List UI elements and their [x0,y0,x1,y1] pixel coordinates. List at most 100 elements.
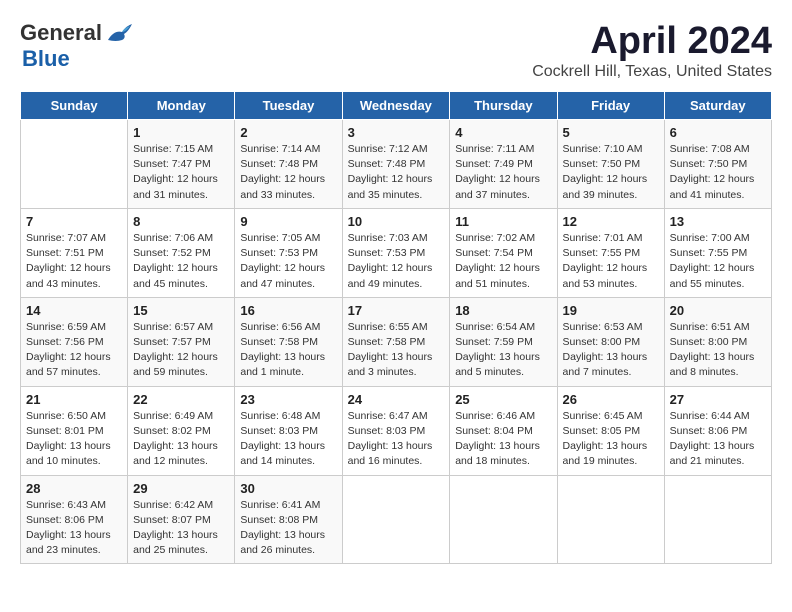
day-number: 4 [455,125,551,140]
calendar-cell: 23Sunrise: 6:48 AM Sunset: 8:03 PM Dayli… [235,386,342,475]
calendar-cell [21,120,128,209]
header-day: Friday [557,92,664,120]
calendar-cell: 2 Sunrise: 7:14 AM Sunset: 7:48 PM Daylig… [235,120,342,209]
day-number: 28 [26,481,122,496]
day-number: 15 [133,303,229,318]
day-info: Sunrise: 6:43 AM Sunset: 8:06 PM Dayligh… [26,498,122,559]
day-number: 19 [563,303,659,318]
day-number: 14 [26,303,122,318]
calendar-cell: 28 Sunrise: 6:43 AM Sunset: 8:06 PM Dayli… [21,475,128,564]
day-number: 17 [348,303,445,318]
header-day: Saturday [664,92,771,120]
calendar-cell: 27 Sunrise: 6:44 AM Sunset: 8:06 PM Dayli… [664,386,771,475]
day-info: Sunrise: 7:08 AM Sunset: 7:50 PM Dayligh… [670,142,766,203]
calendar-cell: 30Sunrise: 6:41 AM Sunset: 8:08 PM Dayli… [235,475,342,564]
logo-general-text: General [20,20,102,46]
day-info: Sunrise: 6:53 AM Sunset: 8:00 PM Dayligh… [563,320,659,381]
day-info: Sunrise: 6:49 AM Sunset: 8:02 PM Dayligh… [133,409,229,470]
header-day: Thursday [450,92,557,120]
day-number: 12 [563,214,659,229]
day-info: Sunrise: 7:01 AM Sunset: 7:55 PM Dayligh… [563,231,659,292]
logo: General Blue [20,20,132,72]
day-number: 27 [670,392,766,407]
calendar-cell: 19 Sunrise: 6:53 AM Sunset: 8:00 PM Dayli… [557,297,664,386]
day-number: 16 [240,303,336,318]
calendar-week-row: 7 Sunrise: 7:07 AM Sunset: 7:51 PM Daylig… [21,208,772,297]
title-area: April 2024 Cockrell Hill, Texas, United … [532,20,772,81]
day-number: 18 [455,303,551,318]
day-info: Sunrise: 6:50 AM Sunset: 8:01 PM Dayligh… [26,409,122,470]
day-info: Sunrise: 7:10 AM Sunset: 7:50 PM Dayligh… [563,142,659,203]
day-number: 7 [26,214,122,229]
day-info: Sunrise: 6:54 AM Sunset: 7:59 PM Dayligh… [455,320,551,381]
day-number: 6 [670,125,766,140]
month-title: April 2024 [532,20,772,63]
day-info: Sunrise: 7:11 AM Sunset: 7:49 PM Dayligh… [455,142,551,203]
day-number: 22 [133,392,229,407]
day-info: Sunrise: 6:41 AM Sunset: 8:08 PM Dayligh… [240,498,336,559]
day-info: Sunrise: 6:55 AM Sunset: 7:58 PM Dayligh… [348,320,445,381]
day-info: Sunrise: 6:57 AM Sunset: 7:57 PM Dayligh… [133,320,229,381]
header-day: Tuesday [235,92,342,120]
calendar-week-row: 28 Sunrise: 6:43 AM Sunset: 8:06 PM Dayli… [21,475,772,564]
calendar-cell: 8Sunrise: 7:06 AM Sunset: 7:52 PM Daylig… [128,208,235,297]
calendar-cell [450,475,557,564]
day-number: 29 [133,481,229,496]
calendar-cell: 26 Sunrise: 6:45 AM Sunset: 8:05 PM Dayli… [557,386,664,475]
day-number: 3 [348,125,445,140]
calendar-cell: 25 Sunrise: 6:46 AM Sunset: 8:04 PM Dayli… [450,386,557,475]
calendar-cell [664,475,771,564]
day-info: Sunrise: 7:05 AM Sunset: 7:53 PM Dayligh… [240,231,336,292]
location-text: Cockrell Hill, Texas, United States [532,63,772,81]
logo-bird-icon [104,22,132,44]
day-number: 23 [240,392,336,407]
header-day: Wednesday [342,92,450,120]
calendar-cell: 5Sunrise: 7:10 AM Sunset: 7:50 PM Daylig… [557,120,664,209]
day-number: 13 [670,214,766,229]
calendar-cell: 22 Sunrise: 6:49 AM Sunset: 8:02 PM Dayli… [128,386,235,475]
header-day: Monday [128,92,235,120]
calendar-cell: 13 Sunrise: 7:00 AM Sunset: 7:55 PM Dayli… [664,208,771,297]
day-number: 26 [563,392,659,407]
calendar-week-row: 14 Sunrise: 6:59 AM Sunset: 7:56 PM Dayli… [21,297,772,386]
day-info: Sunrise: 7:07 AM Sunset: 7:51 PM Dayligh… [26,231,122,292]
calendar-cell: 6 Sunrise: 7:08 AM Sunset: 7:50 PM Daylig… [664,120,771,209]
day-number: 25 [455,392,551,407]
calendar-cell [557,475,664,564]
day-info: Sunrise: 6:56 AM Sunset: 7:58 PM Dayligh… [240,320,336,381]
day-info: Sunrise: 7:15 AM Sunset: 7:47 PM Dayligh… [133,142,229,203]
day-info: Sunrise: 6:44 AM Sunset: 8:06 PM Dayligh… [670,409,766,470]
header: General Blue April 2024 Cockrell Hill, T… [20,20,772,81]
day-info: Sunrise: 7:00 AM Sunset: 7:55 PM Dayligh… [670,231,766,292]
calendar-table: SundayMondayTuesdayWednesdayThursdayFrid… [20,91,772,564]
day-info: Sunrise: 7:03 AM Sunset: 7:53 PM Dayligh… [348,231,445,292]
calendar-cell: 20 Sunrise: 6:51 AM Sunset: 8:00 PM Dayli… [664,297,771,386]
calendar-cell: 12 Sunrise: 7:01 AM Sunset: 7:55 PM Dayli… [557,208,664,297]
calendar-cell: 21 Sunrise: 6:50 AM Sunset: 8:01 PM Dayli… [21,386,128,475]
day-info: Sunrise: 6:46 AM Sunset: 8:04 PM Dayligh… [455,409,551,470]
day-number: 9 [240,214,336,229]
day-info: Sunrise: 6:59 AM Sunset: 7:56 PM Dayligh… [26,320,122,381]
day-info: Sunrise: 7:12 AM Sunset: 7:48 PM Dayligh… [348,142,445,203]
calendar-week-row: 1 Sunrise: 7:15 AM Sunset: 7:47 PM Daylig… [21,120,772,209]
calendar-cell: 24Sunrise: 6:47 AM Sunset: 8:03 PM Dayli… [342,386,450,475]
day-info: Sunrise: 6:45 AM Sunset: 8:05 PM Dayligh… [563,409,659,470]
day-info: Sunrise: 6:51 AM Sunset: 8:00 PM Dayligh… [670,320,766,381]
day-number: 20 [670,303,766,318]
calendar-cell: 29 Sunrise: 6:42 AM Sunset: 8:07 PM Dayli… [128,475,235,564]
day-info: Sunrise: 6:42 AM Sunset: 8:07 PM Dayligh… [133,498,229,559]
day-number: 1 [133,125,229,140]
calendar-cell: 17 Sunrise: 6:55 AM Sunset: 7:58 PM Dayli… [342,297,450,386]
calendar-cell: 16 Sunrise: 6:56 AM Sunset: 7:58 PM Dayli… [235,297,342,386]
calendar-week-row: 21 Sunrise: 6:50 AM Sunset: 8:01 PM Dayli… [21,386,772,475]
calendar-cell: 10Sunrise: 7:03 AM Sunset: 7:53 PM Dayli… [342,208,450,297]
calendar-cell: 18 Sunrise: 6:54 AM Sunset: 7:59 PM Dayli… [450,297,557,386]
calendar-cell: 3 Sunrise: 7:12 AM Sunset: 7:48 PM Daylig… [342,120,450,209]
calendar-cell: 7 Sunrise: 7:07 AM Sunset: 7:51 PM Daylig… [21,208,128,297]
calendar-cell: 15 Sunrise: 6:57 AM Sunset: 7:57 PM Dayli… [128,297,235,386]
day-number: 11 [455,214,551,229]
logo-blue-text: Blue [22,46,70,71]
day-info: Sunrise: 7:14 AM Sunset: 7:48 PM Dayligh… [240,142,336,203]
day-number: 21 [26,392,122,407]
day-number: 2 [240,125,336,140]
